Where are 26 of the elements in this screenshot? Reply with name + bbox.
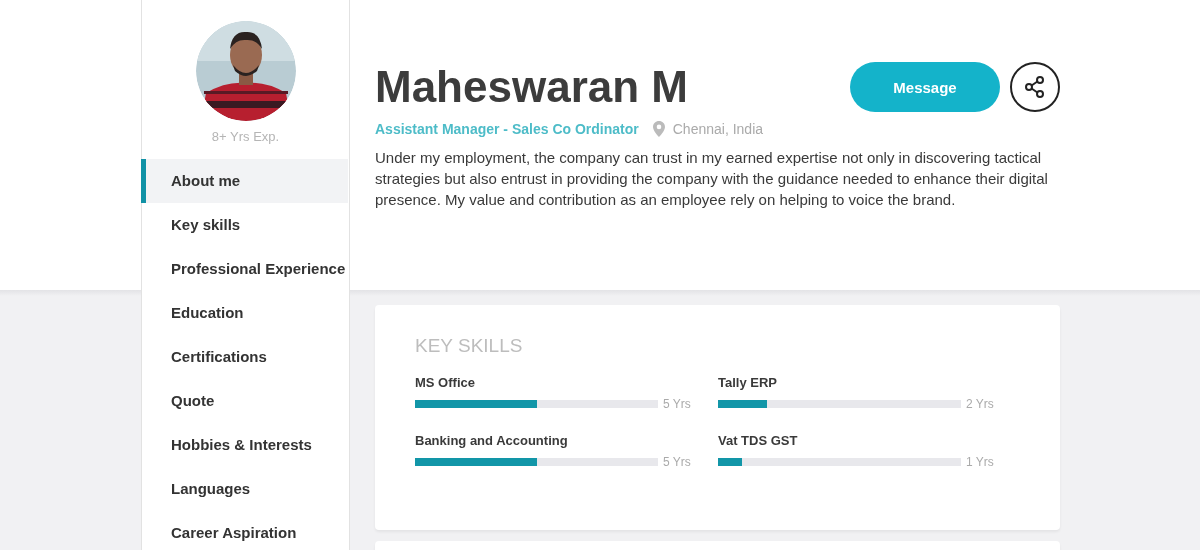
experience-text: 8+ Yrs Exp. (211, 129, 280, 146)
share-icon (1023, 75, 1047, 99)
sidebar-item[interactable]: Languages (141, 467, 348, 511)
sidebar-item[interactable]: Quote (141, 379, 348, 423)
location-text: Chennai, India (672, 121, 764, 137)
about-text: Under my employment, the company can trust in my earned expertise not only in discovering tactical strategies but also entrust in providing the company with the guidance needed to enhance their digital presence. My value and contribution as an employee rely on helping to voice the brand. (375, 148, 1049, 210)
sidebar-item[interactable]: Certifications (141, 335, 348, 379)
skill-years: 5 Yrs (663, 455, 691, 469)
skill-name: MS Office (415, 375, 476, 392)
sidebar-item[interactable]: Key skills (141, 203, 348, 247)
skill-years: 1 Yrs (966, 455, 994, 469)
sidebar-item[interactable]: Hobbies & Interests (141, 423, 348, 467)
sidebar-item[interactable]: About me (141, 159, 348, 203)
section-heading: KEY SKILLS (415, 335, 524, 357)
sidebar-item[interactable]: Education (141, 291, 348, 335)
skill-name: Tally ERP (718, 375, 778, 392)
skill-name: Banking and Accounting (415, 433, 569, 450)
job-title: Assistant Manager - Sales Co Ordinator (375, 121, 639, 137)
share-button[interactable] (1010, 62, 1060, 112)
sidebar-item[interactable]: Career Aspiration (141, 511, 348, 550)
skill-years: 5 Yrs (663, 397, 691, 411)
location-pin-icon (652, 121, 665, 137)
skill-years: 2 Yrs (966, 397, 994, 411)
sidebar-item[interactable]: Professional Experience (141, 247, 348, 291)
profile-name: Maheswaran M (375, 62, 688, 112)
skill-name: Vat TDS GST (718, 433, 799, 450)
